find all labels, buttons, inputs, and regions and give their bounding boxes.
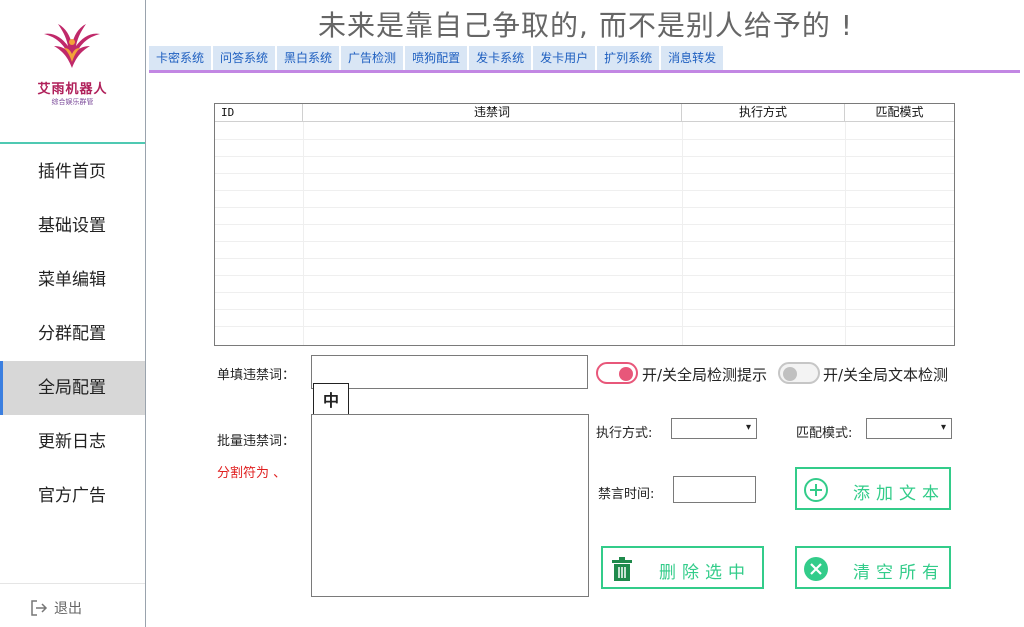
tab-card-key-system[interactable]: 卡密系统 [149,46,212,70]
tab-ad-detection[interactable]: 广告检测 [341,46,404,70]
sidebar-item-official-ads[interactable]: 官方广告 [0,469,145,523]
table-header: ID 违禁词 执行方式 匹配模式 [215,104,954,122]
app-window: 艾雨机器人 综合娱乐群管 插件首页 基础设置 菜单编辑 分群配置 全局配置 更新… [0,0,1024,627]
column-header-id[interactable]: ID [215,104,303,122]
grid-line [215,139,954,140]
logout-label: 退出 [54,601,82,617]
global-text-detection-label: 开/关全局文本检测 [823,366,949,384]
logo-divider [0,142,145,144]
grid-line [215,275,954,276]
logo: 艾雨机器人 综合娱乐群管 [0,0,145,142]
toggle-knob [783,367,797,381]
chevron-down-icon: ▾ [940,422,946,433]
delete-selected-button[interactable]: 删除选中 [601,546,764,589]
sidebar-item-group-config[interactable]: 分群配置 [0,307,145,361]
delete-selected-label: 删除选中 [659,563,751,583]
grid-line [215,156,954,157]
column-header-banned-word[interactable]: 违禁词 [303,104,682,122]
plus-circle-icon [804,478,828,502]
separator-note: 分割符为 、 [217,466,287,481]
logout-button[interactable]: 退出 [0,583,145,627]
page-motto: 未来是靠自己争取的, 而不是别人给予的 ! [318,9,853,42]
tab-underline [149,70,1020,73]
add-text-label: 添加文本 [853,484,945,504]
grid-line [215,292,954,293]
tab-blackwhite-system[interactable]: 黑白系统 [277,46,340,70]
global-detection-tip-label: 开/关全局检测提示 [642,366,768,384]
trash-icon [612,557,632,581]
clear-all-label: 清空所有 [853,563,945,583]
sidebar: 艾雨机器人 综合娱乐群管 插件首页 基础设置 菜单编辑 分群配置 全局配置 更新… [0,0,146,627]
match-mode-select[interactable]: ▾ [866,418,952,439]
grid-line [215,326,954,327]
column-header-exec-mode[interactable]: 执行方式 [682,104,845,122]
logo-title: 艾雨机器人 [37,82,108,97]
tab-card-issue-users[interactable]: 发卡用户 [533,46,596,70]
add-text-button[interactable]: 添加文本 [795,467,951,510]
exec-mode-label: 执行方式: [596,426,653,441]
sidebar-item-plugin-home[interactable]: 插件首页 [0,145,145,199]
grid-line [215,207,954,208]
tab-qa-system[interactable]: 问答系统 [213,46,276,70]
tab-expand-system[interactable]: 扩列系统 [597,46,660,70]
close-circle-icon [804,557,828,581]
toggle-knob [619,367,633,381]
mute-time-input[interactable] [673,476,756,503]
grid-line [215,224,954,225]
global-detection-tip-toggle[interactable] [596,362,638,384]
grid-line [215,258,954,259]
tab-bar: 卡密系统 问答系统 黑白系统 广告检测 喷狗配置 发卡系统 发卡用户 扩列系统 … [149,46,725,70]
logout-icon [31,600,48,616]
sidebar-item-menu-edit[interactable]: 菜单编辑 [0,253,145,307]
logo-subtitle: 综合娱乐群管 [51,98,94,106]
tab-message-forward[interactable]: 消息转发 [661,46,724,70]
chevron-down-icon: ▾ [745,422,751,433]
grid-line [215,173,954,174]
global-text-detection-toggle[interactable] [778,362,820,384]
match-mode-label: 匹配模式: [796,426,853,441]
exec-mode-select[interactable]: ▾ [671,418,757,439]
phoenix-logo-icon [44,24,100,68]
batch-words-textarea[interactable] [311,414,589,597]
grid-line [215,190,954,191]
mute-time-label: 禁言时间: [598,487,655,502]
batch-words-label: 批量违禁词： [217,434,296,449]
clear-all-button[interactable]: 清空所有 [795,546,951,589]
grid-line [215,241,954,242]
column-header-match-mode[interactable]: 匹配模式 [845,104,954,122]
grid-line [215,309,954,310]
sidebar-item-basic-settings[interactable]: 基础设置 [0,199,145,253]
single-word-input[interactable] [311,355,588,389]
tab-troll-config[interactable]: 喷狗配置 [405,46,468,70]
sidebar-item-changelog[interactable]: 更新日志 [0,415,145,469]
single-word-label: 单填违禁词： [217,368,296,383]
sidebar-item-global-config[interactable]: 全局配置 [0,361,145,415]
banned-words-table[interactable]: ID 违禁词 执行方式 匹配模式 [214,103,955,346]
tab-card-issue-system[interactable]: 发卡系统 [469,46,532,70]
